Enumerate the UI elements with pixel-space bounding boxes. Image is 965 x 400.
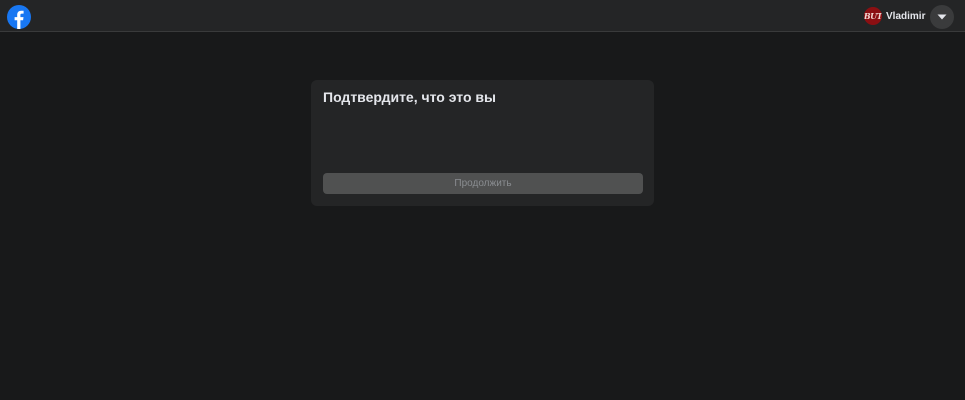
top-navigation-bar: BUT Vladimir xyxy=(0,0,965,32)
avatar: BUT xyxy=(864,7,882,25)
avatar-text: BUT xyxy=(864,11,882,21)
continue-button[interactable]: Продолжить xyxy=(323,173,643,194)
caret-down-icon xyxy=(937,14,947,20)
card-title: Подтвердите, что это вы xyxy=(323,89,496,105)
verification-card: Подтвердите, что это вы Продолжить xyxy=(311,80,654,206)
user-name: Vladimir xyxy=(886,10,926,22)
facebook-logo-icon[interactable] xyxy=(7,5,31,29)
profile-shortcut[interactable]: BUT Vladimir xyxy=(864,7,925,25)
account-menu-button[interactable] xyxy=(930,5,954,29)
